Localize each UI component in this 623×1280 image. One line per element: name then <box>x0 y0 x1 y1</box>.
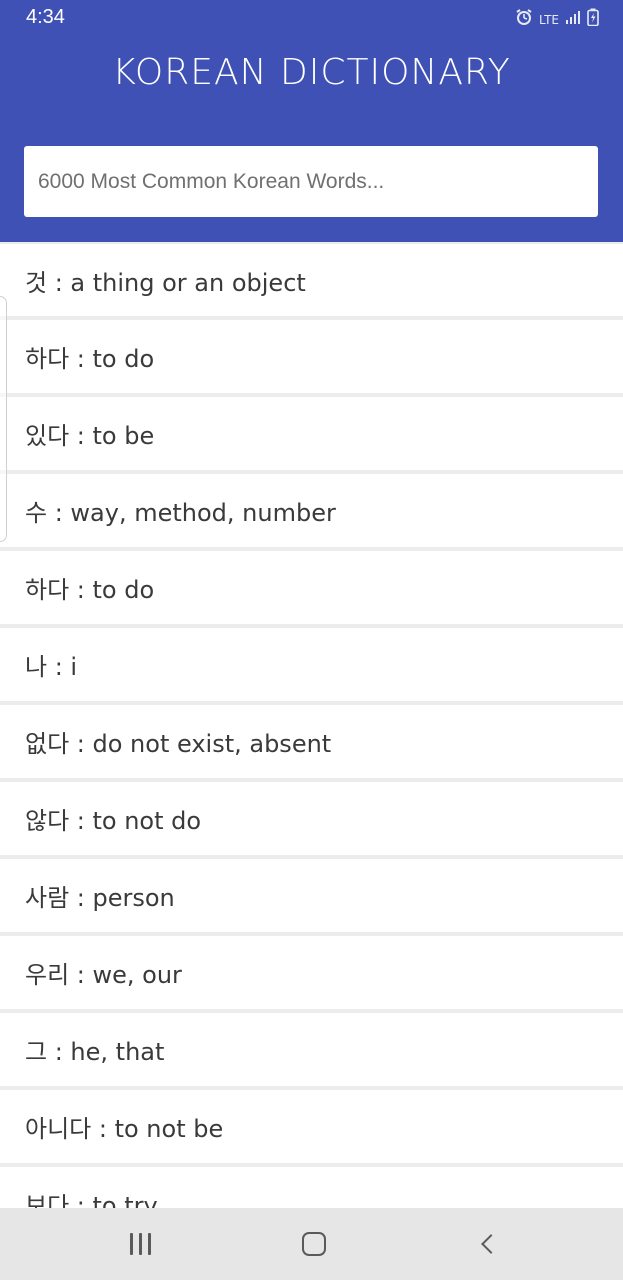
home-button[interactable] <box>254 1208 374 1280</box>
word-entry: 없다 : do not exist, absent <box>25 730 332 758</box>
list-item[interactable]: 아니다 : to not be <box>0 1090 623 1163</box>
alarm-icon <box>515 8 533 31</box>
back-button[interactable] <box>428 1208 548 1280</box>
word-entry: 그 : he, that <box>25 1038 165 1066</box>
list-item[interactable]: 하다 : to do <box>0 320 623 393</box>
word-entry: 나 : i <box>25 653 78 681</box>
word-list[interactable]: 것 : a thing or an object 하다 : to do 있다 :… <box>0 242 623 1208</box>
status-bar: 4:34 LTE <box>0 0 623 36</box>
list-item[interactable]: 않다 : to not do <box>0 782 623 855</box>
recents-icon <box>129 1233 151 1255</box>
recents-button[interactable] <box>80 1208 200 1280</box>
word-entry: 아니다 : to not be <box>25 1115 224 1143</box>
list-item[interactable]: 보다 : to try <box>0 1167 623 1208</box>
word-entry: 사람 : person <box>25 884 175 912</box>
list-item[interactable]: 하다 : to do <box>0 551 623 624</box>
word-entry: 하다 : to do <box>25 576 155 604</box>
word-entry: 수 : way, method, number <box>25 499 336 527</box>
edge-panel-handle[interactable] <box>0 296 7 542</box>
list-item[interactable]: 우리 : we, our <box>0 936 623 1009</box>
list-item[interactable]: 수 : way, method, number <box>0 474 623 547</box>
word-entry: 것 : a thing or an object <box>25 268 306 297</box>
app-header: 4:34 LTE KOREAN DICTIONARY 6000 Most Com… <box>0 0 623 242</box>
word-entry: 하다 : to do <box>25 345 155 373</box>
list-item[interactable]: 나 : i <box>0 628 623 701</box>
word-entry: 보다 : to try <box>25 1192 158 1208</box>
word-entry: 있다 : to be <box>25 422 155 450</box>
page-title: KOREAN DICTIONARY <box>112 52 511 93</box>
list-item[interactable]: 있다 : to be <box>0 397 623 470</box>
list-item[interactable]: 그 : he, that <box>0 1013 623 1086</box>
search-input[interactable] <box>36 168 586 195</box>
back-icon <box>481 1234 501 1254</box>
status-icons: LTE <box>515 8 599 31</box>
list-item[interactable]: 없다 : do not exist, absent <box>0 705 623 778</box>
list-item[interactable]: 사람 : person <box>0 859 623 932</box>
signal-icon <box>565 9 581 30</box>
lte-icon: LTE <box>539 12 559 27</box>
status-time: 4:34 <box>26 6 65 28</box>
word-entry: 않다 : to not do <box>25 807 202 835</box>
battery-icon <box>587 8 599 31</box>
word-entry: 우리 : we, our <box>25 961 182 989</box>
home-icon <box>302 1232 326 1256</box>
list-item[interactable]: 것 : a thing or an object <box>0 244 623 316</box>
navigation-bar <box>0 1208 623 1280</box>
search-box[interactable] <box>24 146 598 217</box>
